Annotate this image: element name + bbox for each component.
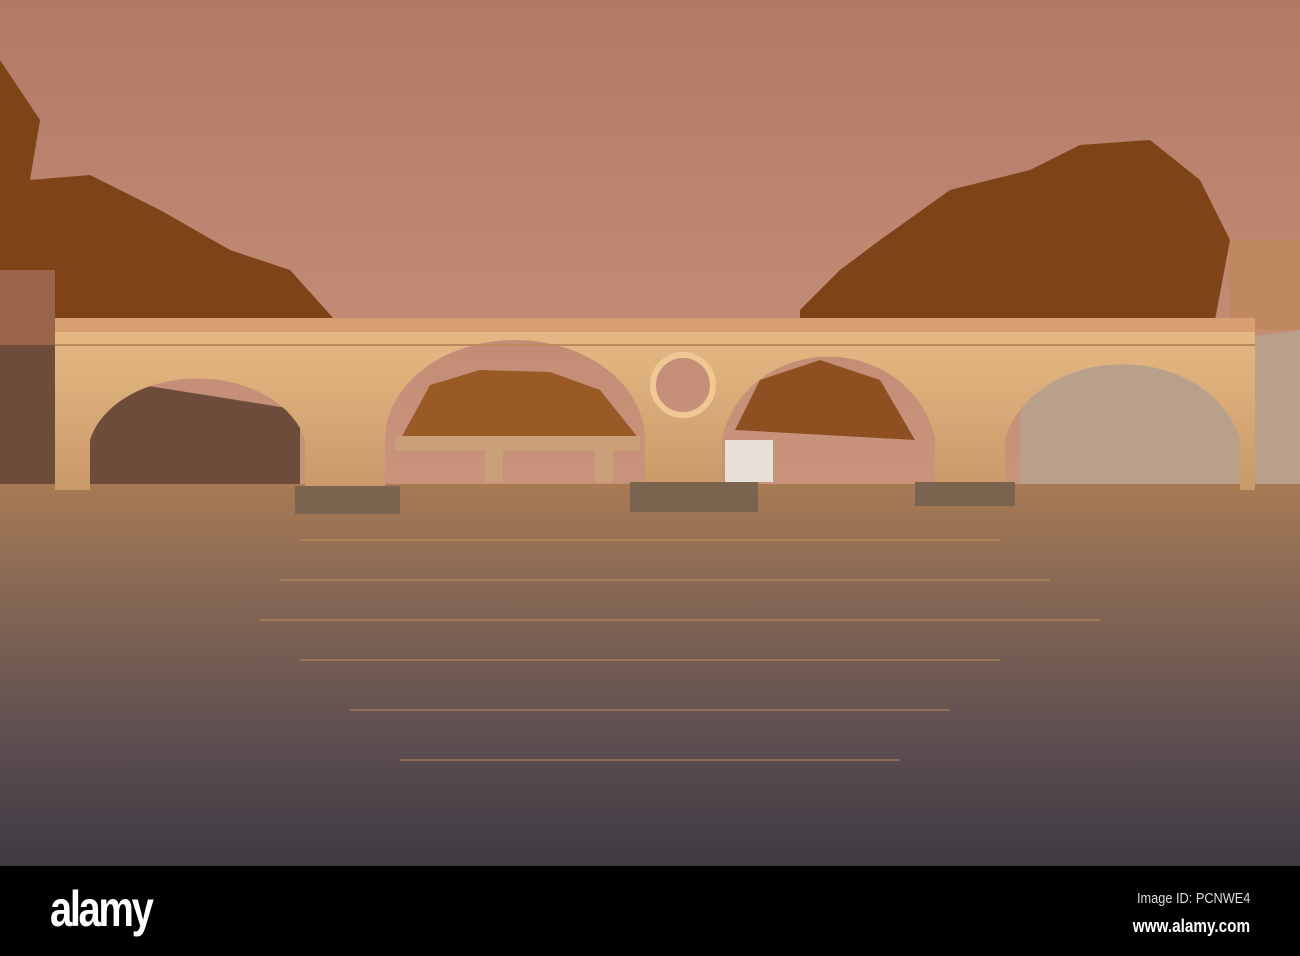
bridge-photo bbox=[0, 0, 1300, 866]
boat bbox=[725, 440, 773, 482]
stock-photo-page: alamy Image ID: PCNWE4 www.alamy.com bbox=[0, 0, 1300, 956]
building bbox=[1230, 240, 1300, 330]
river-water bbox=[0, 484, 1300, 866]
alamy-logo: alamy bbox=[50, 881, 154, 937]
building bbox=[0, 270, 55, 350]
watermark-footer: alamy Image ID: PCNWE4 www.alamy.com bbox=[0, 866, 1300, 956]
image-id: Image ID: PCNWE4 bbox=[1136, 890, 1250, 907]
website-link: www.alamy.com bbox=[1132, 916, 1250, 936]
bridge-parapet bbox=[55, 318, 1255, 332]
